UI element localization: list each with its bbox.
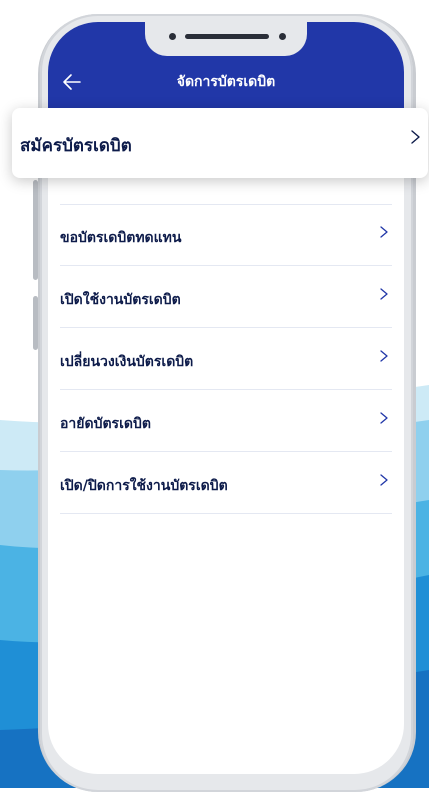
menu-item-label: เปิด/ปิดการใช้งานบัตรเดบิต bbox=[60, 478, 228, 494]
arrow-left-icon bbox=[63, 74, 81, 90]
menu-item-toggle-card-usage[interactable]: เปิด/ปิดการใช้งานบัตรเดบิต bbox=[60, 453, 392, 514]
menu-item-change-limit[interactable]: เปลี่ยนวงเงินบัตรเดบิต bbox=[60, 329, 392, 390]
menu-item-label: ขอบัตรเดบิตทดแทน bbox=[60, 230, 182, 246]
chevron-right-icon bbox=[380, 412, 388, 424]
phone-power-button bbox=[33, 296, 38, 350]
menu-item-replacement-card[interactable]: ขอบัตรเดบิตทดแทน bbox=[60, 205, 392, 266]
app-bar: จัดการบัตรเดบิต bbox=[48, 22, 404, 114]
back-button[interactable] bbox=[60, 70, 84, 94]
chevron-right-icon bbox=[380, 474, 388, 486]
menu-item-label: สมัครบัตรเดบิต bbox=[20, 136, 132, 156]
chevron-right-icon bbox=[380, 288, 388, 300]
sensor-dot bbox=[279, 33, 286, 40]
camera-dot bbox=[169, 33, 176, 40]
chevron-right-icon bbox=[380, 350, 388, 362]
speaker-grille bbox=[185, 34, 269, 39]
menu-item-apply-debit-card[interactable]: สมัครบัตรเดบิต bbox=[12, 108, 428, 178]
menu-item-label: เปิดใช้งานบัตรเดบิต bbox=[60, 292, 181, 308]
menu-item-activate-card[interactable]: เปิดใช้งานบัตรเดบิต bbox=[60, 267, 392, 328]
chevron-right-icon bbox=[411, 130, 420, 144]
phone-notch bbox=[145, 22, 307, 56]
menu-item-freeze-card[interactable]: อายัดบัตรเดบิต bbox=[60, 391, 392, 452]
phone-volume-button bbox=[33, 180, 38, 280]
chevron-right-icon bbox=[380, 226, 388, 238]
menu-item-label: อายัดบัตรเดบิต bbox=[60, 416, 151, 432]
menu-item-label: เปลี่ยนวงเงินบัตรเดบิต bbox=[60, 354, 194, 370]
page-title: จัดการบัตรเดบิต bbox=[176, 74, 276, 90]
